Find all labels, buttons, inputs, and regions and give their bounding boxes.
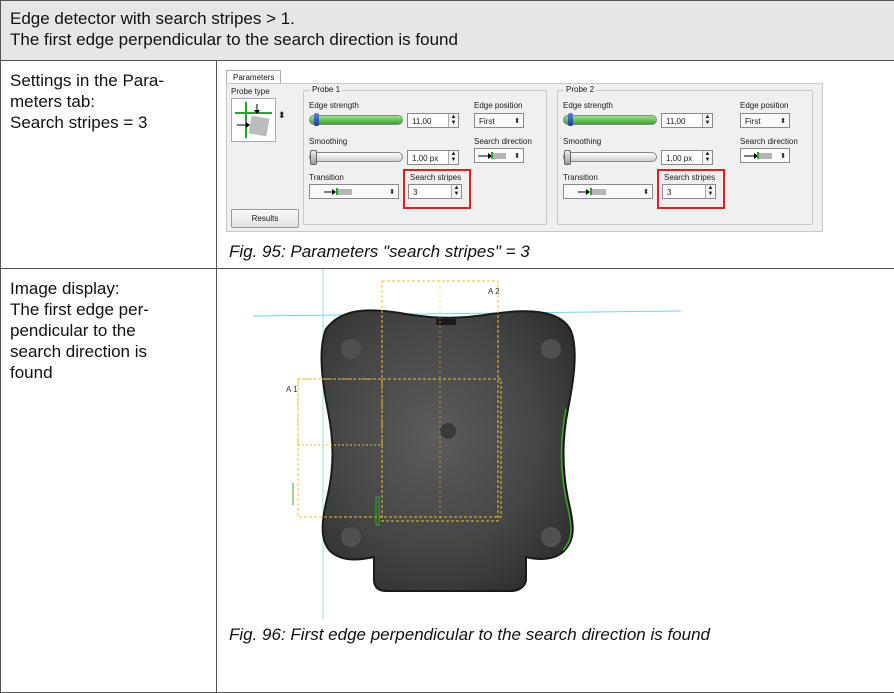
corner-boss <box>541 527 561 547</box>
edge-strength-handle[interactable] <box>568 113 573 126</box>
search-direction-label: Search direction <box>740 137 798 146</box>
transition-select[interactable]: ⬍ <box>309 184 399 199</box>
search-direction-select[interactable]: ⬍ <box>740 148 790 163</box>
part-image: A 2 A 1 <box>226 269 830 619</box>
transition-icon <box>578 188 608 195</box>
image-display-text-1: Image display: <box>10 278 207 299</box>
probe-type-selector[interactable] <box>231 98 276 142</box>
smoothing-input[interactable]: 1,00 px ▲▼ <box>407 150 459 165</box>
smoothing-slider[interactable] <box>563 152 657 162</box>
dropdown-icon: ⬍ <box>514 149 520 164</box>
spin-arrows-icon[interactable]: ▲▼ <box>448 114 458 127</box>
top-notch <box>436 319 456 325</box>
search-stripes-label: Search stripes <box>664 173 715 182</box>
search-stripes-value: 3 <box>413 188 417 197</box>
probe-type-chevron-icon[interactable]: ⬍ <box>278 110 286 121</box>
probe-type-label: Probe type <box>231 87 270 96</box>
horizontal-axis-line <box>253 311 681 316</box>
image-display-text-5: found <box>10 362 207 383</box>
spin-arrows-icon[interactable]: ▲▼ <box>702 151 712 164</box>
edge-strength-input[interactable]: 11,00 ▲▼ <box>661 113 713 128</box>
parameters-screenshot: Parameters Probe type <box>226 68 830 236</box>
transition-icon <box>324 188 354 195</box>
spin-arrows-icon[interactable]: ▲▼ <box>448 151 458 164</box>
image-figure-cell: A 2 A 1 Fig. 96: First edge perpendicula… <box>217 269 894 693</box>
image-display-text-4: search direction is <box>10 341 207 362</box>
edge-position-value: First <box>479 117 495 126</box>
edge-position-value: First <box>745 117 761 126</box>
search-stripes-input[interactable]: 3 ▲▼ <box>408 184 462 199</box>
smoothing-value: 1,00 px <box>412 154 438 163</box>
image-display-cell: Image display: The first edge per- pendi… <box>1 269 217 693</box>
edge-position-label: Edge position <box>474 101 522 110</box>
probe-1-group: Probe 1 Edge strength 11,00 ▲▼ Edge posi… <box>303 90 547 225</box>
smoothing-value: 1,00 px <box>666 154 692 163</box>
edge-strength-handle[interactable] <box>314 113 319 126</box>
corner-boss <box>541 339 561 359</box>
smoothing-label: Smoothing <box>309 137 347 146</box>
probe-marker-a1: A 1 <box>286 385 298 394</box>
center-hole <box>440 423 456 439</box>
search-stripes-label: Search stripes <box>410 173 461 182</box>
parameters-panel: Probe type ⬍ Results <box>226 83 823 232</box>
search-stripes-value: 3 <box>667 188 671 197</box>
dropdown-icon: ⬍ <box>780 114 786 129</box>
smoothing-input[interactable]: 1,00 px ▲▼ <box>661 150 713 165</box>
search-stripes-input[interactable]: 3 ▲▼ <box>662 184 716 199</box>
corner-boss <box>341 527 361 547</box>
edge-position-select[interactable]: First ⬍ <box>740 113 790 128</box>
smoothing-handle[interactable] <box>564 150 571 165</box>
search-direction-arrow-icon <box>744 152 774 159</box>
header-line-2: The first edge perpendicular to the sear… <box>10 29 894 50</box>
smoothing-slider[interactable] <box>309 152 403 162</box>
probe-2-title: Probe 2 <box>564 85 596 94</box>
smoothing-label: Smoothing <box>563 137 601 146</box>
edge-strength-value: 11,00 <box>412 117 431 126</box>
probe-1-title: Probe 1 <box>310 85 342 94</box>
part-image-svg: A 2 A 1 <box>226 269 830 619</box>
search-direction-label: Search direction <box>474 137 532 146</box>
transition-select[interactable]: ⬍ <box>563 184 653 199</box>
spin-arrows-icon[interactable]: ▲▼ <box>705 185 715 198</box>
search-direction-select[interactable]: ⬍ <box>474 148 524 163</box>
probe-marker-a2: A 2 <box>488 287 500 296</box>
dropdown-icon: ⬍ <box>780 149 786 164</box>
edge-position-select[interactable]: First ⬍ <box>474 113 524 128</box>
edge-strength-slider[interactable] <box>563 115 657 125</box>
dropdown-icon: ⬍ <box>643 185 649 200</box>
edge-strength-value: 11,00 <box>666 117 685 126</box>
header-line-1: Edge detector with search stripes > 1. <box>10 8 894 29</box>
settings-text-1: Settings in the Para- <box>10 70 207 91</box>
table-header: Edge detector with search stripes > 1. T… <box>1 1 894 61</box>
corner-boss <box>341 339 361 359</box>
edge-strength-label: Edge strength <box>563 101 613 110</box>
transition-label: Transition <box>309 173 344 182</box>
results-button[interactable]: Results <box>231 209 299 228</box>
transition-label: Transition <box>563 173 598 182</box>
figure-95-caption: Fig. 95: Parameters "search stripes" = 3 <box>217 236 894 268</box>
parameters-figure-cell: Parameters Probe type <box>217 61 894 269</box>
settings-text-2: meters tab: <box>10 91 207 112</box>
probe-type-icon <box>232 99 275 141</box>
spin-arrows-icon[interactable]: ▲▼ <box>702 114 712 127</box>
figure-96-caption: Fig. 96: First edge perpendicular to the… <box>217 619 894 651</box>
edge-strength-input[interactable]: 11,00 ▲▼ <box>407 113 459 128</box>
dropdown-icon: ⬍ <box>514 114 520 129</box>
dropdown-icon: ⬍ <box>389 185 395 200</box>
edge-strength-slider[interactable] <box>309 115 403 125</box>
smoothing-handle[interactable] <box>310 150 317 165</box>
image-display-text-3: pendicular to the <box>10 320 207 341</box>
search-direction-arrow-icon <box>478 152 508 159</box>
image-display-text-2: The first edge per- <box>10 299 207 320</box>
edge-position-label: Edge position <box>740 101 788 110</box>
edge-strength-label: Edge strength <box>309 101 359 110</box>
probe-2-group: Probe 2 Edge strength 11,00 ▲▼ Edge posi… <box>557 90 813 225</box>
settings-cell: Settings in the Para- meters tab: Search… <box>1 61 217 269</box>
settings-text-3: Search stripes = 3 <box>10 112 207 133</box>
spin-arrows-icon[interactable]: ▲▼ <box>451 185 461 198</box>
document-table: Edge detector with search stripes > 1. T… <box>0 0 894 693</box>
tab-parameters[interactable]: Parameters <box>226 70 281 84</box>
